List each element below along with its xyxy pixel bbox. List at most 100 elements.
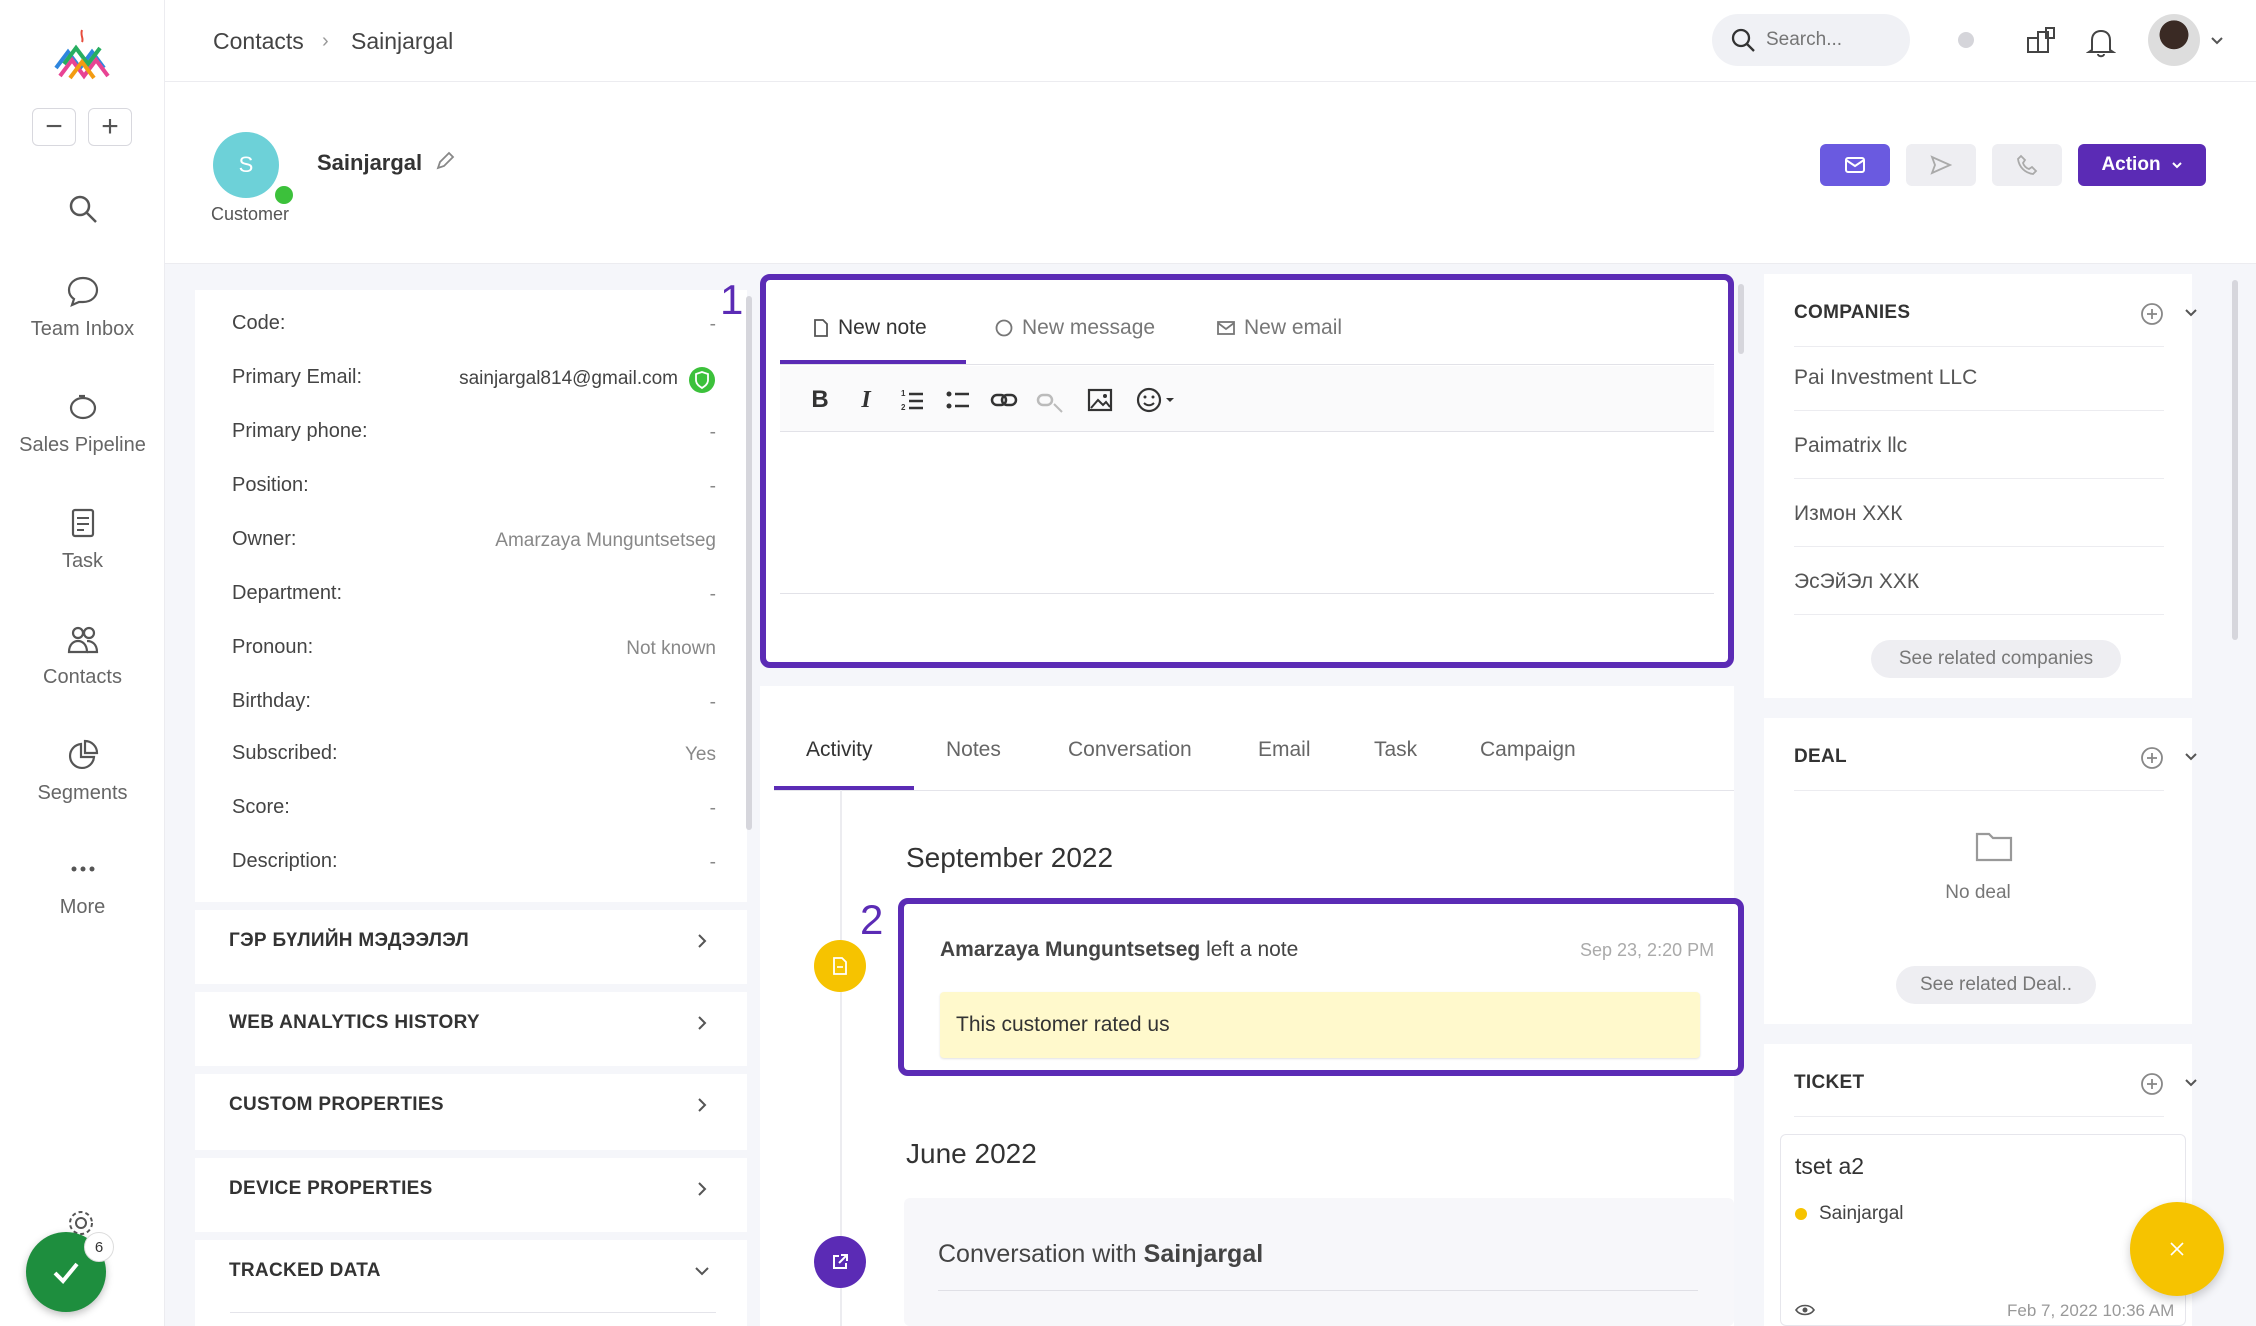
tab-task[interactable]: Task <box>1374 738 1417 762</box>
property-label: Primary phone: <box>232 420 368 442</box>
company-item[interactable]: Paimatrix llc <box>1794 414 2164 479</box>
chevron-down-icon[interactable] <box>2210 36 2224 46</box>
property-label: Description: <box>232 850 338 872</box>
property-label: Score: <box>232 796 290 818</box>
search-box[interactable] <box>1712 14 1910 66</box>
app-logo[interactable] <box>50 28 114 84</box>
section-device-properties[interactable]: DEVICE PROPERTIES <box>195 1150 747 1220</box>
tab-email[interactable]: Email <box>1258 738 1311 762</box>
search-input[interactable] <box>1766 29 1886 51</box>
nav-label: Sales Pipeline <box>19 434 146 456</box>
status-dot-icon[interactable] <box>1958 32 1974 48</box>
user-avatar[interactable] <box>2148 14 2200 66</box>
left-panel-scrollbar[interactable] <box>746 296 752 830</box>
nav-segments[interactable]: Segments <box>0 738 165 805</box>
section-custom-properties[interactable]: CUSTOM PROPERTIES <box>195 1066 747 1136</box>
bold-button[interactable]: B <box>806 386 834 414</box>
empty-folder-icon <box>1975 832 2013 862</box>
emoji-picker-icon[interactable] <box>1136 386 1176 414</box>
zoom-in-button[interactable]: + <box>88 108 132 146</box>
annotation-marker-1: 1 <box>720 276 744 323</box>
external-link-icon <box>833 1254 848 1269</box>
breadcrumb-contacts[interactable]: Contacts <box>213 28 304 55</box>
property-label: Primary Email: <box>232 366 363 388</box>
section-tracked-data[interactable]: TRACKED DATA <box>195 1232 747 1302</box>
apps-icon[interactable] <box>2024 24 2058 58</box>
search-icon <box>69 195 97 223</box>
breadcrumb-current: Sainjargal <box>351 28 454 54</box>
chevron-down-icon <box>2171 162 2182 169</box>
section-family-info[interactable]: ГЭР БҮЛИЙН МЭДЭЭЛЭЛ <box>195 902 747 972</box>
property-value: - <box>709 852 716 873</box>
property-label: Code: <box>232 312 286 334</box>
edit-pencil-icon[interactable] <box>434 150 456 172</box>
company-item[interactable]: ЭсЭйЭл ХХК <box>1794 550 2164 615</box>
conversation-card[interactable]: Conversation with Sainjargal <box>904 1198 1734 1326</box>
nav-sales-pipeline[interactable]: Sales Pipeline <box>0 390 165 457</box>
nav-contacts[interactable]: Contacts <box>0 622 165 689</box>
help-launcher-button[interactable] <box>2130 1202 2224 1296</box>
tab-activity[interactable]: Activity <box>806 738 873 762</box>
month-heading: June 2022 <box>906 1138 1037 1169</box>
chevron-right-icon <box>698 934 707 948</box>
editor-scrollbar[interactable] <box>1738 284 1744 354</box>
ordered-list-icon[interactable]: 12 <box>898 386 926 414</box>
note-author[interactable]: Amarzaya Munguntsetseg <box>940 938 1200 961</box>
ticket-title: TICKET <box>1794 1072 1865 1093</box>
tab-campaign[interactable]: Campaign <box>1480 738 1576 762</box>
deal-card: DEAL No deal See related Deal.. <box>1764 718 2197 1024</box>
action-dropdown-button[interactable]: Action <box>2078 144 2206 186</box>
chevron-down-icon[interactable] <box>2184 308 2198 318</box>
send-sms-button[interactable] <box>1906 144 1976 186</box>
ticket-item[interactable]: tset a2 Sainjargal Feb 7, 2022 10:36 AM <box>1780 1134 2186 1326</box>
related-panel: COMPANIES Pai Investment LLC Paimatrix l… <box>1764 274 2222 1326</box>
note-body[interactable]: This customer rated us <box>940 992 1700 1058</box>
close-icon <box>2170 1242 2184 1256</box>
tab-new-note[interactable]: New note <box>812 316 927 340</box>
section-title: TRACKED DATA <box>229 1260 381 1281</box>
notification-bell-icon[interactable] <box>2086 26 2116 58</box>
company-item[interactable]: Pai Investment LLC <box>1794 346 2164 411</box>
note-editor-area[interactable] <box>780 432 1714 594</box>
tab-notes[interactable]: Notes <box>946 738 1001 762</box>
nav-label: Segments <box>37 782 128 804</box>
link-icon[interactable] <box>990 386 1018 414</box>
chevron-down-icon[interactable] <box>2184 1078 2198 1088</box>
ticket-card: TICKET tset a2 Sainjargal Feb 7, 2022 10… <box>1764 1044 2197 1326</box>
primary-email-value[interactable]: sainjargal814@gmail.com <box>420 368 678 390</box>
see-related-companies-button[interactable]: See related companies <box>1871 640 2121 678</box>
property-value: - <box>709 314 716 335</box>
nav-search[interactable] <box>0 192 165 236</box>
right-panel-scrollbar[interactable] <box>2232 280 2238 640</box>
deal-title: DEAL <box>1794 746 1847 767</box>
company-item[interactable]: Измон ХХК <box>1794 482 2164 547</box>
chevron-down-icon[interactable] <box>2184 752 2198 762</box>
email-button[interactable] <box>1820 144 1890 186</box>
svg-text:1: 1 <box>901 389 906 398</box>
section-title: DEVICE PROPERTIES <box>229 1178 433 1199</box>
ticket-assignee: Sainjargal <box>1819 1203 1904 1224</box>
nav-team-inbox[interactable]: Team Inbox <box>0 274 165 341</box>
tab-new-message[interactable]: New message <box>994 316 1155 340</box>
tab-conversation[interactable]: Conversation <box>1068 738 1192 762</box>
call-button[interactable] <box>1992 144 2062 186</box>
see-related-deals-button[interactable]: See related Deal.. <box>1896 966 2096 1004</box>
annotation-marker-2: 2 <box>860 896 884 943</box>
insert-image-icon[interactable] <box>1086 386 1114 414</box>
add-ticket-icon[interactable] <box>2140 1072 2164 1096</box>
conversation-divider <box>938 1290 1698 1291</box>
italic-button[interactable]: I <box>852 386 880 414</box>
ticket-assignee-row: Sainjargal <box>1795 1203 1904 1225</box>
unlink-icon[interactable] <box>1036 386 1064 414</box>
chevron-right-icon <box>698 1098 707 1112</box>
add-company-icon[interactable] <box>2140 302 2164 326</box>
section-web-analytics[interactable]: WEB ANALYTICS HISTORY <box>195 984 747 1054</box>
contacts-icon <box>67 626 98 654</box>
bullet-list-icon[interactable] <box>944 386 972 414</box>
zoom-out-button[interactable]: − <box>32 108 76 146</box>
property-label: Pronoun: <box>232 636 314 658</box>
add-deal-icon[interactable] <box>2140 746 2164 770</box>
nav-task[interactable]: Task <box>0 506 165 573</box>
tab-new-email[interactable]: New email <box>1216 316 1342 340</box>
nav-more[interactable]: More <box>0 852 165 919</box>
